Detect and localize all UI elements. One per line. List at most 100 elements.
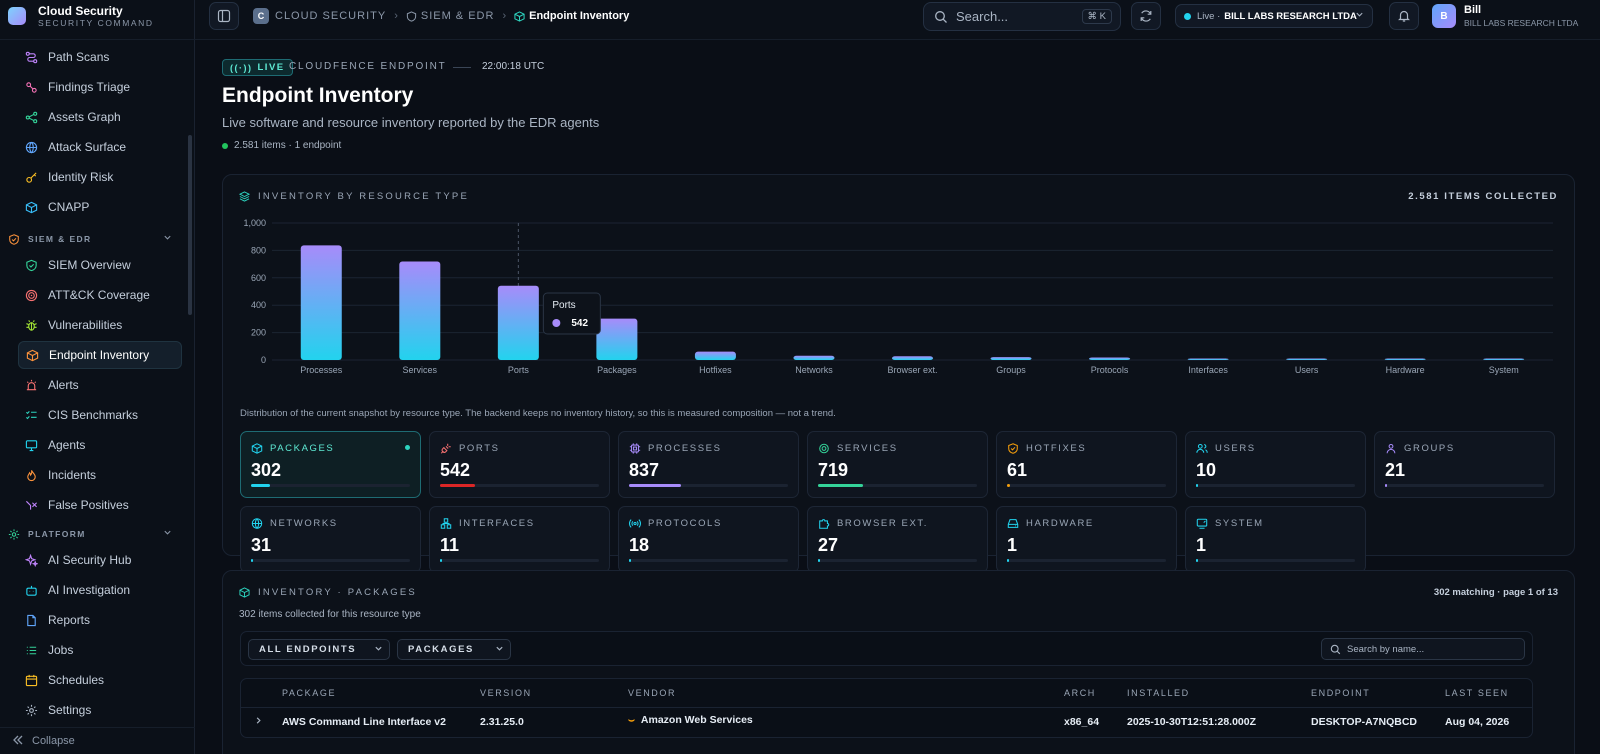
tooltip-value: 542 [571,318,588,329]
sidebar-item-findings-triage[interactable]: Findings Triage [18,73,182,101]
sidebar-item-siem-overview[interactable]: SIEM Overview [18,251,182,279]
tile-progress [1007,484,1166,487]
tile-hardware[interactable]: HARDWARE 1 [996,506,1177,573]
chart-bar-browser-ext-[interactable] [892,356,933,360]
tile-services[interactable]: SERVICES 719 [807,431,988,498]
tile-interfaces[interactable]: INTERFACES 11 [429,506,610,573]
chart-bar-interfaces[interactable] [1187,358,1229,360]
sidebar-section[interactable]: PLATFORM [8,525,178,543]
column-header-last-seen[interactable]: LAST SEEN [1445,679,1509,707]
chart-bar-services[interactable] [399,261,441,360]
resource-type-value: PACKAGES [408,644,474,655]
chart-bar-ports[interactable] [497,285,539,360]
tile-value: 10 [1196,460,1217,480]
sidebar-item-label: AI Investigation [48,583,131,597]
column-header-package[interactable]: PACKAGE [282,679,336,707]
sidebar-item-ai-investigation[interactable]: AI Investigation [18,576,182,604]
shield-check-icon [24,258,38,272]
brand[interactable]: Cloud Security SECURITY COMMAND [0,0,195,40]
sidebar: Cloud Security SECURITY COMMAND Path Sca… [0,0,195,754]
chart-bar-processes[interactable] [300,245,342,360]
tile-hotfixes[interactable]: HOTFIXES 61 [996,431,1177,498]
tile-ports[interactable]: PORTS 542 [429,431,610,498]
sidebar-item-att-ck-coverage[interactable]: ATT&CK Coverage [18,281,182,309]
tile-value: 302 [251,460,282,480]
chart-bar-hotfixes[interactable] [694,351,736,360]
resource-type-select[interactable]: PACKAGES [397,639,511,660]
crumb-cloud-security[interactable]: CLOUD SECURITY [275,10,386,22]
sidebar-item-assets-graph[interactable]: Assets Graph [18,103,182,131]
chart-bar-system[interactable] [1483,358,1525,361]
search-shortcut: ⌘ K [1081,9,1112,24]
sidebar-item-jobs[interactable]: Jobs [18,636,182,664]
sidebar-item-agents[interactable]: Agents [18,431,182,459]
tile-browser-ext[interactable]: BROWSER EXT. 27 [807,506,988,573]
user-menu[interactable]: B Bill BILL LABS RESEARCH LTDA [1432,4,1596,30]
y-tick-label: 600 [251,273,266,283]
avatar: B [1432,4,1456,28]
x-tick-label: Hotfixes [699,365,732,375]
column-header-version[interactable]: VERSION [480,679,532,707]
sidebar-item-alerts[interactable]: Alerts [18,371,182,399]
chart-bar-networks[interactable] [793,355,835,360]
sidebar-item-vulnerabilities[interactable]: Vulnerabilities [18,311,182,339]
tile-protocols[interactable]: PROTOCOLS 18 [618,506,799,573]
sidebar-item-cis-benchmarks[interactable]: CIS Benchmarks [18,401,182,429]
sidebar-section[interactable]: SIEM & EDR [8,230,178,248]
sidebar-item-ai-security-hub[interactable]: AI Security Hub [18,546,182,574]
sidebar-item-settings[interactable]: Settings [18,696,182,724]
collapse-button[interactable]: Collapse [0,727,195,754]
x-tick-label: System [1489,365,1519,375]
table-panel-subtitle: 302 items collected for this resource ty… [239,609,421,620]
global-search[interactable]: Search... ⌘ K [923,2,1121,31]
tile-users[interactable]: USERS 10 [1185,431,1366,498]
sidebar-item-reports[interactable]: Reports [18,606,182,634]
tile-processes[interactable]: PROCESSES 837 [618,431,799,498]
chart-bar-users[interactable] [1286,358,1328,361]
tenant-selector[interactable]: Live · BILL LABS RESEARCH LTDA [1175,4,1373,28]
table-search-input[interactable] [1347,643,1517,655]
column-header-vendor[interactable]: VENDOR [628,679,676,707]
chevron-right-icon[interactable] [254,708,263,736]
tile-system[interactable]: SYSTEM 1 [1185,506,1366,573]
column-header-installed[interactable]: INSTALLED [1127,679,1190,707]
sidebar-scrollbar[interactable] [188,135,192,315]
table-search[interactable] [1321,638,1525,660]
chart-bar-packages[interactable] [596,318,638,360]
notifications-button[interactable] [1389,2,1419,30]
inventory-table-panel: INVENTORY · PACKAGES 302 matching · page… [222,570,1575,754]
tooltip-series-dot [552,319,561,327]
crumb-siem-edr[interactable]: SIEM & EDR [406,10,495,22]
x-tick-label: Protocols [1091,365,1129,375]
chart-bar-protocols[interactable] [1089,357,1131,360]
column-header-endpoint[interactable]: ENDPOINT [1311,679,1370,707]
sidebar-item-label: Path Scans [48,50,110,64]
chevron-down-icon [1355,10,1364,22]
sidebar-item-identity-risk[interactable]: Identity Risk [18,163,182,191]
table-row[interactable]: AWS Command Line Interface v2 2.31.25.0 ⌣ A… [241,707,1532,736]
tile-groups[interactable]: GROUPS 21 [1374,431,1555,498]
sidebar-item-attack-surface[interactable]: Attack Surface [18,133,182,161]
x-tick-label: Browser ext. [887,365,937,375]
sidebar-item-cnapp[interactable]: CNAPP [18,193,182,221]
sidebar-item-endpoint-inventory[interactable]: Endpoint Inventory [18,341,182,369]
tile-label-text: PACKAGES [270,442,335,454]
endpoint-filter-select[interactable]: ALL ENDPOINTS [248,639,390,660]
column-header-arch[interactable]: ARCH [1064,679,1096,707]
chart-bar-hardware[interactable] [1384,358,1426,361]
sidebar-section-label: SIEM & EDR [28,234,92,244]
sidebar-item-schedules[interactable]: Schedules [18,666,182,694]
x-tick-label: Networks [795,365,833,375]
sidebar-item-path-scans[interactable]: Path Scans [18,43,182,71]
chart-bar-groups[interactable] [990,357,1032,360]
tile-networks[interactable]: NETWORKS 31 [240,506,421,573]
group-icon [1385,442,1397,454]
sidebar-item-incidents[interactable]: Incidents [18,461,182,489]
page-subtitle: Live software and resource inventory rep… [222,115,600,130]
toggle-sidebar-button[interactable] [209,2,239,30]
tile-progress-fill [251,559,253,562]
x-tick-label: Hardware [1386,365,1425,375]
sidebar-item-false-positives[interactable]: False Positives [18,491,182,519]
tile-packages[interactable]: PACKAGES 302 [240,431,421,498]
refresh-button[interactable] [1131,2,1161,30]
